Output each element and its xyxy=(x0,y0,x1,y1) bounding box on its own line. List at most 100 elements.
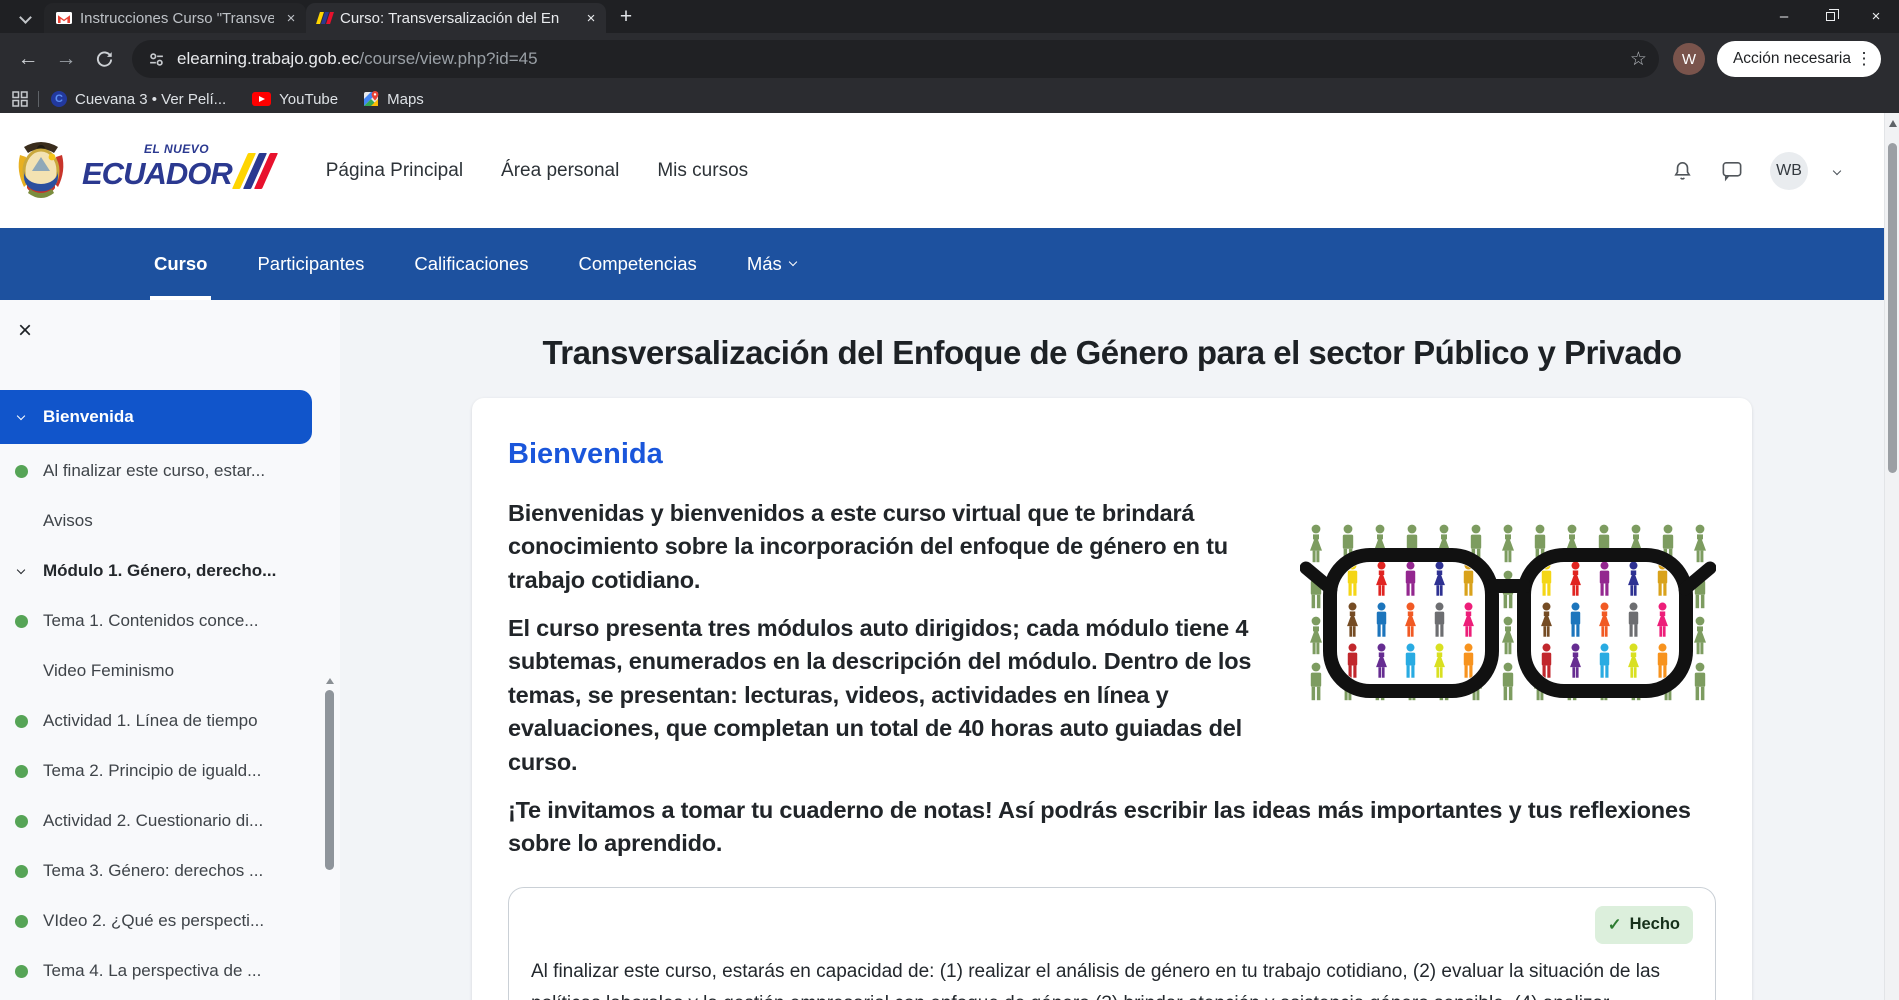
gmail-icon xyxy=(56,12,72,24)
sidebar-item-actividad-1-linea-de-tiempo[interactable]: Actividad 1. Línea de tiempo xyxy=(0,696,340,746)
url-host: elearning.trabajo.gob.ec xyxy=(177,49,359,69)
el-nuevo-ecuador-wordmark: EL NUEVO ECUADOR xyxy=(82,153,270,189)
sidebar-item-modulo-1-genero-derecho[interactable]: Módulo 1. Género, derecho... xyxy=(0,546,340,596)
sidebar-item-label: Módulo 1. Género, derecho... xyxy=(43,561,276,581)
course-title: Transversalización del Enfoque de Género… xyxy=(472,334,1752,372)
tab-calificaciones[interactable]: Calificaciones xyxy=(412,228,530,300)
user-avatar[interactable]: WB xyxy=(1770,152,1808,190)
bookmark-label: YouTube xyxy=(279,91,338,108)
section-heading: Bienvenida xyxy=(508,438,1716,471)
sidebar-item-label: Video Feminismo xyxy=(43,661,174,681)
sidebar-item-al-finalizar-este-curso-esta[interactable]: Al finalizar este curso, estar... xyxy=(0,446,340,496)
sidebar-item-label: Bienvenida xyxy=(43,407,134,427)
close-tab-icon[interactable]: × xyxy=(282,9,300,27)
course-welcome-image xyxy=(1300,523,1716,707)
ecuador-stripes-icon xyxy=(316,12,334,24)
chevron-down-icon[interactable] xyxy=(1833,166,1841,174)
chevron-down-icon xyxy=(789,258,797,266)
sidebar-item-tema-1-contenidos-conce[interactable]: Tema 1. Contenidos conce... xyxy=(0,596,340,646)
back-button[interactable]: ← xyxy=(10,41,46,77)
browser-menu-icon[interactable]: ⋮ xyxy=(1851,49,1877,69)
tab-participantes[interactable]: Participantes xyxy=(255,228,366,300)
maps-icon xyxy=(364,91,379,107)
minimize-button[interactable]: – xyxy=(1761,0,1807,33)
sidebar-item-bienvenida[interactable]: Bienvenida xyxy=(0,390,312,444)
restore-icon xyxy=(1826,12,1835,21)
sidebar-item-label: Avisos xyxy=(43,511,93,531)
bookmark-star-icon[interactable]: ☆ xyxy=(1630,48,1647,71)
tab-mas[interactable]: Más xyxy=(745,228,798,300)
new-tab-button[interactable]: + xyxy=(612,3,640,31)
chevron-down-icon xyxy=(19,11,32,24)
completion-dot-icon xyxy=(8,615,34,628)
chevron-down-icon xyxy=(8,416,34,419)
site-settings-icon[interactable] xyxy=(148,51,165,68)
nav-area-personal[interactable]: Área personal xyxy=(501,160,619,182)
sidebar-item-label: VIdeo 2. ¿Qué es perspecti... xyxy=(43,911,264,931)
sidebar-item-label: Tema 4. La perspectiva de ... xyxy=(43,961,261,981)
tab-curso[interactable]: Curso xyxy=(152,228,209,300)
tab-competencias[interactable]: Competencias xyxy=(577,228,699,300)
address-bar[interactable]: elearning.trabajo.gob.ec/course/view.php… xyxy=(132,40,1659,78)
completion-status-badge[interactable]: ✓ Hecho xyxy=(1595,906,1693,944)
bookmarks-bar: C Cuevana 3 • Ver Pelí... YouTube Maps xyxy=(0,85,1899,113)
tab-gmail[interactable]: Instrucciones Curso "Transversa × xyxy=(44,3,306,33)
bookmark-youtube[interactable]: YouTube xyxy=(252,91,338,108)
forward-button[interactable]: → xyxy=(48,41,84,77)
logo-name: ECUADOR xyxy=(82,158,232,189)
action-needed-button[interactable]: Acción necesaria ⋮ xyxy=(1717,41,1881,77)
bookmark-maps[interactable]: Maps xyxy=(364,91,424,108)
divider xyxy=(38,91,39,107)
nav-pagina-principal[interactable]: Página Principal xyxy=(326,160,463,182)
completion-dot-icon xyxy=(8,765,34,778)
activity-description: Al finalizar este curso, estarás en capa… xyxy=(531,956,1693,1000)
course-navbar: Curso Participantes Calificaciones Compe… xyxy=(0,228,1884,300)
ecuador-coat-of-arms-logo xyxy=(14,141,68,201)
tab-search-button[interactable] xyxy=(12,4,38,30)
welcome-text: Bienvenidas y bienvenidos a este curso v… xyxy=(508,497,1716,861)
completion-dot-icon xyxy=(8,865,34,878)
scrollbar-thumb[interactable] xyxy=(325,690,334,870)
sidebar-item-label: Tema 3. Género: derechos ... xyxy=(43,861,263,881)
sidebar-item-tema-4-la-perspectiva-de[interactable]: Tema 4. La perspectiva de ... xyxy=(0,946,340,996)
sidebar-item-tema-3-genero-derechos[interactable]: Tema 3. Género: derechos ... xyxy=(0,846,340,896)
sidebar-item-video-feminismo[interactable]: Video Feminismo xyxy=(0,646,340,696)
reload-button[interactable] xyxy=(86,41,122,77)
sidebar-item-tema-2-principio-de-iguald[interactable]: Tema 2. Principio de iguald... xyxy=(0,746,340,796)
course-index-drawer: × Bienvenida Al finalizar este curso, est… xyxy=(0,300,340,1000)
action-needed-label: Acción necesaria xyxy=(1733,50,1851,68)
completion-dot-icon xyxy=(8,965,34,978)
drawer-scrollbar[interactable] xyxy=(325,678,335,1000)
tab-course[interactable]: Curso: Transversalización del En × xyxy=(306,3,606,33)
welcome-card: Bienvenida Bienvenidas y bie xyxy=(472,398,1752,1000)
sidebar-item-label: Tema 1. Contenidos conce... xyxy=(43,611,258,631)
sidebar-item-label: Actividad 1. Línea de tiempo xyxy=(43,711,258,731)
messages-icon[interactable] xyxy=(1720,159,1744,182)
completion-dot-icon xyxy=(8,815,34,828)
restore-button[interactable] xyxy=(1807,0,1853,33)
sidebar-item-label: Al finalizar este curso, estar... xyxy=(43,461,265,481)
sidebar-item-label: Actividad 2. Cuestionario di... xyxy=(43,811,263,831)
sidebar-item-avisos[interactable]: Avisos xyxy=(0,496,340,546)
browser-profile-avatar[interactable]: W xyxy=(1673,43,1705,75)
close-drawer-button[interactable]: × xyxy=(10,316,40,346)
notifications-bell-icon[interactable] xyxy=(1671,159,1694,183)
close-tab-icon[interactable]: × xyxy=(582,9,600,27)
tab-title: Curso: Transversalización del En xyxy=(340,10,574,27)
window-controls: – × xyxy=(1761,0,1899,33)
nav-mis-cursos[interactable]: Mis cursos xyxy=(657,160,748,182)
bookmark-cuevana[interactable]: C Cuevana 3 • Ver Pelí... xyxy=(51,91,226,108)
activity-card[interactable]: ✓ Hecho Al finalizar este curso, estarás… xyxy=(508,887,1716,1000)
sidebar-item-video-2-que-es-perspecti[interactable]: VIdeo 2. ¿Qué es perspecti... xyxy=(0,896,340,946)
browser-toolbar: ← → elearning.trabajo.gob.ec/course/view… xyxy=(0,33,1899,85)
close-window-button[interactable]: × xyxy=(1853,0,1899,33)
check-icon: ✓ xyxy=(1608,915,1622,935)
sidebar-item-actividad-2-cuestionario-di[interactable]: Actividad 2. Cuestionario di... xyxy=(0,796,340,846)
page-scrollbar[interactable] xyxy=(1884,113,1899,1000)
apps-grid-icon[interactable] xyxy=(12,91,28,107)
browser-tab-strip: Instrucciones Curso "Transversa × Curso:… xyxy=(0,0,1899,33)
main-content: Transversalización del Enfoque de Género… xyxy=(340,300,1884,1000)
scrollbar-thumb[interactable] xyxy=(1888,143,1897,473)
course-index-list: Bienvenida Al finalizar este curso, estar… xyxy=(0,390,340,996)
sidebar-item-label: Tema 2. Principio de iguald... xyxy=(43,761,261,781)
